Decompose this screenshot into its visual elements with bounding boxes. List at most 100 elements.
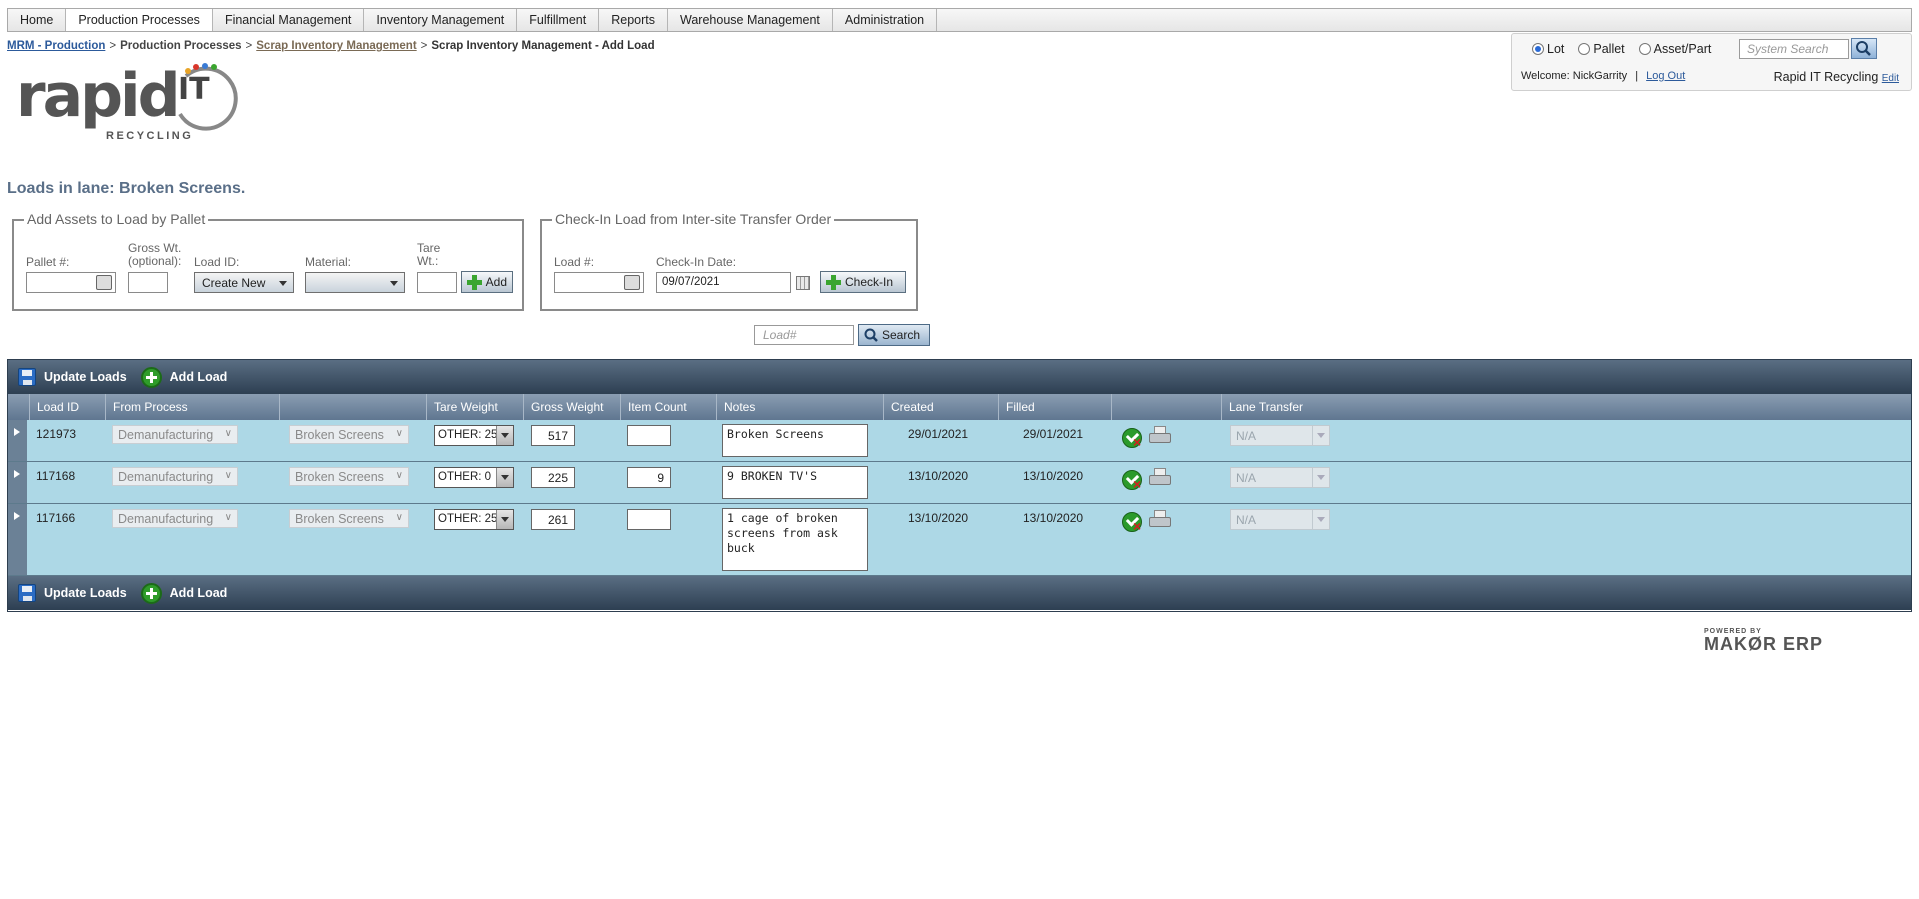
row-process-select: Demanufacturing ∨ [112, 509, 238, 528]
breadcrumb: MRM - Production > Production Processes > Sc… [7, 40, 655, 52]
col-actions [1111, 394, 1221, 420]
breadcrumb-separator: > [109, 40, 117, 52]
col-load-id[interactable]: Load ID [29, 394, 105, 420]
row-created: 29/01/2021 [908, 427, 969, 441]
load-search-button[interactable]: Search [858, 324, 930, 346]
row-gross-input[interactable]: 517 [531, 425, 575, 446]
logout-link[interactable]: Log Out [1646, 70, 1685, 82]
table-row: 117168 Demanufacturing ∨ Broken Screens ∨ … [8, 462, 1911, 504]
system-search-button[interactable] [1851, 38, 1877, 59]
printer-icon[interactable] [1148, 510, 1172, 530]
col-from-process[interactable]: From Process [105, 394, 279, 420]
checkin-button[interactable]: Check-In [820, 271, 906, 293]
row-expand-icon[interactable] [8, 504, 27, 575]
row-count-input[interactable] [627, 509, 671, 530]
row-notes-input[interactable]: 1 cage of broken screens from ask buck [722, 508, 868, 571]
row-notes-input[interactable]: Broken Screens [722, 424, 868, 457]
breadcrumb-scrap-inventory[interactable]: Scrap Inventory Management [256, 40, 416, 52]
add-load-button[interactable]: Add Load [140, 366, 227, 388]
chevron-down-icon [496, 426, 513, 445]
add-load-button-bottom[interactable]: Add Load [140, 582, 227, 604]
search-icon [864, 328, 878, 342]
row-lane-value: Broken Screens [295, 470, 384, 484]
system-search-input[interactable]: System Search [1739, 39, 1849, 59]
complete-load-icon[interactable] [1122, 428, 1142, 449]
company-label: Rapid IT Recycling [1773, 70, 1879, 84]
nav-administration[interactable]: Administration [833, 9, 938, 31]
nav-production-processes[interactable]: Production Processes [66, 9, 213, 31]
row-lane-transfer-select: N/A [1230, 425, 1330, 446]
edit-company-link[interactable]: Edit [1882, 73, 1899, 84]
load-id-label: Load ID: [194, 255, 240, 269]
nav-inventory-management[interactable]: Inventory Management [364, 9, 518, 31]
pallet-input[interactable] [26, 272, 116, 293]
radio-lot[interactable]: Lot [1532, 42, 1564, 56]
calendar-icon[interactable] [796, 276, 810, 290]
col-filled[interactable]: Filled [998, 394, 1111, 420]
radio-pallet[interactable]: Pallet [1578, 42, 1625, 56]
add-pallet-button[interactable]: Add [461, 271, 513, 293]
row-count-input[interactable] [627, 425, 671, 446]
row-tare-select[interactable]: OTHER: 25 [434, 425, 514, 446]
chevron-down-icon: ∨ [224, 512, 232, 523]
table-row: 117166 Demanufacturing ∨ Broken Screens ∨ … [8, 504, 1911, 576]
row-tare-select[interactable]: OTHER: 0 [434, 467, 514, 488]
update-loads-label: Update Loads [44, 586, 127, 600]
gross-weight-input[interactable] [128, 272, 168, 293]
col-notes[interactable]: Notes [716, 394, 883, 420]
tare-weight-label: Tare Wt.: [417, 242, 440, 268]
radio-lot-dot[interactable] [1532, 43, 1544, 55]
update-loads-button-bottom[interactable]: Update Loads [18, 584, 127, 602]
lookup-icon[interactable] [96, 275, 112, 290]
radio-asset-part[interactable]: Asset/Part [1638, 42, 1711, 56]
complete-load-icon[interactable] [1122, 470, 1142, 491]
nav-reports[interactable]: Reports [599, 9, 669, 31]
update-loads-button[interactable]: Update Loads [18, 368, 127, 386]
load-id-select[interactable]: Create New [194, 272, 294, 293]
col-item-count[interactable]: Item Count [620, 394, 716, 420]
row-transfer-value: N/A [1236, 471, 1257, 485]
row-load-id: 121973 [36, 427, 77, 441]
checkin-button-label: Check-In [845, 275, 894, 289]
col-lane[interactable] [279, 394, 426, 420]
row-filled: 13/10/2020 [1023, 511, 1084, 525]
row-gross-input[interactable]: 225 [531, 467, 575, 488]
row-lane-value: Broken Screens [295, 512, 384, 526]
powered-by-logo: POWERED BY MAKØR ERP [1704, 628, 1823, 653]
radio-pallet-dot[interactable] [1578, 43, 1591, 55]
row-gross-input[interactable]: 261 [531, 509, 575, 530]
welcome-user: Welcome: NickGarrity [1521, 70, 1628, 82]
nav-financial-management[interactable]: Financial Management [213, 9, 365, 31]
load-number-input[interactable] [554, 272, 644, 293]
lookup-icon[interactable] [624, 275, 640, 290]
radio-asset-dot[interactable] [1638, 43, 1651, 55]
printer-icon[interactable] [1148, 468, 1172, 488]
page-title: Loads in lane: Broken Screens. [7, 180, 246, 197]
printer-icon[interactable] [1148, 426, 1172, 446]
col-lane-transfer[interactable]: Lane Transfer [1221, 394, 1911, 420]
row-count-input[interactable]: 9 [627, 467, 671, 488]
table-row: 121973 Demanufacturing ∨ Broken Screens ∨ … [8, 420, 1911, 462]
row-notes-input[interactable]: 9 BROKEN TV'S [722, 466, 868, 499]
add-circle-icon [140, 582, 162, 604]
breadcrumb-production-processes: Production Processes [120, 40, 242, 52]
row-expand-icon[interactable] [8, 462, 27, 503]
complete-load-icon[interactable] [1122, 512, 1142, 533]
nav-fulfillment[interactable]: Fulfillment [517, 9, 600, 31]
nav-warehouse-management[interactable]: Warehouse Management [668, 9, 833, 31]
col-tare-weight[interactable]: Tare Weight [426, 394, 523, 420]
checkin-date-input[interactable]: 09/07/2021 [656, 272, 791, 293]
material-select[interactable] [305, 272, 405, 293]
row-lane-transfer-select: N/A [1230, 467, 1330, 488]
nav-home[interactable]: Home [8, 9, 67, 31]
row-process-value: Demanufacturing [118, 470, 214, 484]
breadcrumb-mrm-production[interactable]: MRM - Production [7, 40, 105, 52]
col-created[interactable]: Created [883, 394, 998, 420]
row-lane-select: Broken Screens ∨ [289, 467, 409, 486]
row-tare-select[interactable]: OTHER: 25 [434, 509, 514, 530]
load-search-input[interactable]: Load# [754, 325, 854, 345]
row-expand-icon[interactable] [8, 420, 27, 461]
chevron-down-icon: ∨ [224, 470, 232, 481]
col-gross-weight[interactable]: Gross Weight [523, 394, 620, 420]
tare-weight-input[interactable] [417, 272, 457, 293]
